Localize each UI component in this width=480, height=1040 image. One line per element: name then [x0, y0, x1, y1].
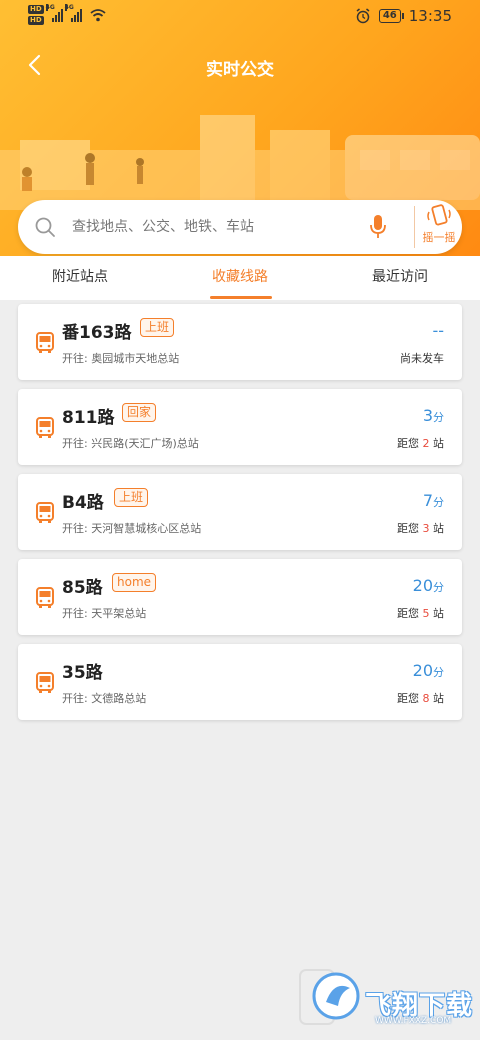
- route-name: 番163路: [62, 323, 132, 343]
- route-tag: 上班: [114, 488, 149, 507]
- route-card[interactable]: 85路 home 开往: 天平架总站 20分 距您 5 站: [18, 559, 462, 635]
- arrival-time: --: [432, 321, 444, 340]
- tab-nearby-stations[interactable]: 附近站点: [10, 266, 150, 286]
- route-name: B4路: [62, 493, 104, 513]
- microphone-icon[interactable]: [369, 214, 387, 240]
- shake-button[interactable]: 摇一摇: [416, 204, 462, 250]
- search-icon[interactable]: [34, 216, 56, 238]
- page-title: 实时公交: [206, 60, 274, 80]
- route-card[interactable]: 番163路 上班 开往: 奥园城市天地总站 -- 尚未发车: [18, 304, 462, 380]
- route-tag: 上班: [140, 318, 175, 337]
- hd-badge: HD: [28, 5, 44, 14]
- distance-info: 尚未发车: [400, 352, 444, 365]
- route-destination: 开往: 天平架总站: [62, 607, 147, 620]
- signal-icon: 4G: [45, 4, 63, 22]
- route-destination: 开往: 奥园城市天地总站: [62, 352, 180, 365]
- arrival-time: 3分: [422, 406, 444, 425]
- signal-icon: 4G: [64, 4, 82, 22]
- route-card[interactable]: B4路 上班 开往: 天河智慧城核心区总站 7分 距您 3 站: [18, 474, 462, 550]
- shake-phone-icon: [427, 204, 451, 226]
- watermark-url: WWW.FXXZ.COM: [375, 1016, 452, 1026]
- search-input[interactable]: [72, 212, 372, 242]
- tab-bar: 附近站点 收藏线路 最近访问: [0, 256, 480, 300]
- arrival-time: 20分: [412, 661, 444, 680]
- route-card[interactable]: 811路 回家 开往: 兴民路(天汇广场)总站 3分 距您 2 站: [18, 389, 462, 465]
- city-illustration: [0, 115, 480, 210]
- battery-indicator: 46: [378, 9, 404, 23]
- active-tab-indicator: [210, 296, 272, 299]
- shake-label: 摇一摇: [422, 231, 456, 244]
- route-tag: home: [112, 573, 157, 592]
- search-bar: 摇一摇: [18, 200, 462, 254]
- distance-info: 距您 2 站: [397, 437, 444, 450]
- route-card[interactable]: 35路 开往: 文德路总站 20分 距您 8 站: [18, 644, 462, 720]
- divider: [414, 206, 415, 248]
- clock: 13:35: [408, 7, 452, 25]
- route-tag: 回家: [122, 403, 157, 422]
- bus-icon: [36, 332, 54, 353]
- arrival-time: 7分: [422, 491, 444, 510]
- hd-badge: HD: [28, 16, 44, 25]
- route-destination: 开往: 兴民路(天汇广场)总站: [62, 437, 199, 450]
- status-bar: HD HD 4G 4G 46 13:35: [0, 0, 480, 34]
- arrival-time: 20分: [412, 576, 444, 595]
- route-destination: 开往: 天河智慧城核心区总站: [62, 522, 202, 535]
- wifi-icon: [90, 9, 106, 22]
- route-name: 811路: [62, 408, 115, 428]
- route-name: 85路: [62, 578, 103, 598]
- bus-icon: [36, 672, 54, 693]
- bus-icon: [36, 587, 54, 608]
- bus-icon: [36, 502, 54, 523]
- bus-icon: [36, 417, 54, 438]
- distance-info: 距您 3 站: [397, 522, 444, 535]
- route-name: 35路: [62, 663, 103, 683]
- distance-info: 距您 8 站: [397, 692, 444, 705]
- distance-info: 距您 5 站: [397, 607, 444, 620]
- tab-favorite-routes[interactable]: 收藏线路: [170, 266, 310, 286]
- route-destination: 开往: 文德路总站: [62, 692, 147, 705]
- alarm-icon: [356, 8, 370, 24]
- tab-recent-visits[interactable]: 最近访问: [330, 266, 470, 286]
